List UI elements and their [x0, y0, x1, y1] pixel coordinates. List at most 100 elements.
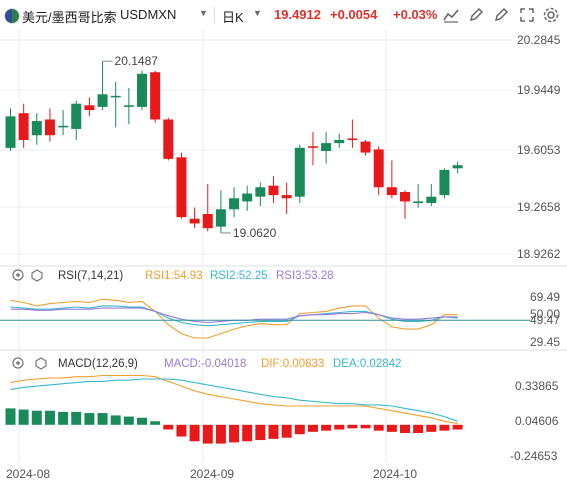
macd-bar — [255, 424, 266, 441]
date-tick-label: 2024-09 — [190, 467, 234, 481]
price-tick-label: 18.9262 — [517, 247, 561, 261]
candle-body — [176, 157, 187, 218]
macd-bar — [5, 408, 16, 425]
candle-body — [163, 119, 174, 159]
macd-bar — [281, 424, 292, 438]
candle-body — [452, 165, 463, 169]
date-axis: 2024-08 2024-09 2024-10 — [6, 467, 417, 481]
macd-title: MACD(12,26,9) — [58, 358, 138, 370]
candle-body — [281, 195, 292, 199]
macd-bar — [84, 413, 95, 425]
date-tick-label: 2024-10 — [373, 467, 417, 481]
macd-bar — [242, 424, 253, 442]
macd-bar — [189, 424, 200, 442]
candle-body — [321, 143, 332, 151]
macd-bar — [97, 413, 108, 425]
macd-bar — [426, 424, 437, 432]
candle-body — [413, 201, 424, 203]
candle-body — [5, 116, 16, 148]
candle-body — [294, 147, 305, 197]
candle-body — [242, 193, 253, 202]
rsi-series — [10, 298, 458, 339]
price-tick-label: 19.9449 — [517, 83, 561, 97]
candle-body — [400, 191, 410, 202]
macd-bar — [413, 424, 424, 434]
macd-tick-label: -0.24653 — [510, 449, 558, 463]
macd-bar — [452, 424, 463, 430]
price-tick-label: 19.2658 — [517, 200, 561, 214]
macd-tick-label: 0.04606 — [515, 414, 559, 428]
candle-body — [44, 119, 55, 136]
macd-bar — [31, 410, 42, 425]
visibility-icon-dot — [16, 361, 20, 365]
candle-body — [84, 105, 95, 111]
macd-bar — [307, 424, 318, 432]
macd-bar — [360, 424, 371, 429]
macd-bar — [44, 410, 55, 425]
rsi-tick-label: 49.47 — [530, 313, 560, 327]
macd-bar — [386, 424, 397, 432]
high-label: 20.1487 — [115, 54, 159, 68]
macd-bar — [71, 411, 82, 425]
price-tick-label: 19.6053 — [517, 143, 561, 157]
candle-body — [150, 72, 161, 120]
candle-body — [373, 149, 384, 188]
candle-body — [268, 185, 279, 196]
rsi-header: RSI(7,14,21) RSI1:54.93 RSI2:52.25 RSI3:… — [12, 269, 334, 282]
macd-bar — [268, 424, 279, 439]
macd-bar — [373, 424, 384, 431]
candle-body — [360, 141, 371, 153]
macd-bar — [58, 411, 69, 425]
macd-tick-label: 0.33865 — [515, 379, 559, 393]
chart-area[interactable]: 20.2845 19.9449 19.6053 19.2658 18.9262 … — [0, 0, 567, 487]
candle-body — [386, 187, 397, 196]
macd-bar — [400, 424, 410, 434]
candle-body — [307, 146, 318, 148]
candle-body — [347, 138, 358, 140]
macd-bar — [229, 424, 240, 443]
price-axis: 20.2845 19.9449 19.6053 19.2658 18.9262 — [517, 33, 561, 261]
macd-bar — [137, 417, 147, 425]
candle-body — [439, 169, 450, 196]
candle-body — [123, 105, 134, 107]
candle-body — [31, 121, 42, 136]
candle-body — [71, 103, 82, 129]
candle-body — [110, 95, 121, 98]
macd-bar — [176, 424, 187, 437]
rsi2-value: RSI2:52.25 — [210, 270, 268, 282]
candle-body — [137, 73, 147, 107]
macd-bar — [163, 424, 174, 430]
visibility-icon-dot — [16, 273, 20, 277]
rsi-tick-label: 69.49 — [530, 290, 560, 304]
date-tick-label: 2024-08 — [6, 467, 50, 481]
candle-body — [97, 94, 108, 107]
rsi1-value: RSI1:54.93 — [145, 270, 203, 282]
macd-bar — [18, 409, 29, 425]
rsi-tick-label: 29.45 — [530, 335, 560, 349]
candle-body — [202, 214, 213, 229]
candle-body — [334, 139, 345, 144]
macd-bar — [110, 415, 121, 425]
grid — [0, 30, 512, 462]
dif-value: DIF:0.00833 — [261, 358, 324, 370]
macd-bar — [202, 424, 213, 444]
candle-body — [229, 198, 240, 210]
candle-body — [18, 113, 29, 140]
macd-header: MACD(12,26,9) MACD:-0.04018 DIF:0.00833 … — [12, 357, 401, 370]
macd-bar — [334, 424, 345, 430]
rsi3-value: RSI3:53.28 — [276, 270, 334, 282]
rsi-title: RSI(7,14,21) — [58, 270, 123, 282]
macd-axis: 0.33865 0.04606 -0.24653 — [510, 379, 559, 463]
candle-body — [58, 125, 69, 128]
macd-bar — [123, 416, 134, 425]
macd-bar — [294, 424, 305, 435]
candle-body — [215, 209, 226, 227]
settings-icon[interactable] — [31, 269, 43, 282]
macd-bar — [347, 424, 358, 429]
macd-value: MACD:-0.04018 — [164, 358, 246, 370]
candle-body — [255, 187, 266, 197]
settings-icon[interactable] — [35, 357, 47, 370]
dea-value: DEA:0.02842 — [333, 358, 401, 370]
macd-bar — [439, 424, 450, 431]
candle-body — [189, 218, 200, 224]
